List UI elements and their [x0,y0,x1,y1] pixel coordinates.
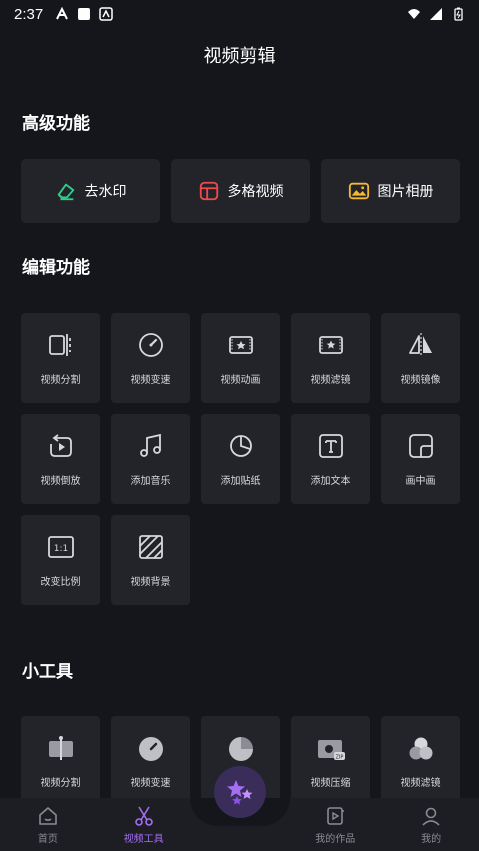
add-music-button[interactable]: 添加音乐 [111,414,190,504]
eraser-icon [57,183,74,201]
page-title: 视频剪辑 [203,46,276,67]
photo-album-button[interactable]: 图片相册 [321,159,460,223]
mirror-icon [408,333,432,357]
nav-profile[interactable]: 我的 [383,798,479,851]
video-mirror-label: 视频镜像 [400,375,441,386]
picture-in-picture-button[interactable]: 画中画 [381,414,460,504]
change-ratio-label: 改变比例 [40,577,81,588]
split-filled-icon [48,736,73,760]
ratio-icon: 1:1 [47,536,74,558]
reverse-icon [49,434,72,457]
compress-icon: ZIP [317,740,345,761]
tools-section-title: 小工具 [22,662,73,682]
video-background-label: 视频背景 [130,577,171,588]
nav-video-tools-label: 视频工具 [123,833,164,845]
picture-in-picture-label: 画中画 [405,476,436,487]
nav-home-label: 首页 [37,833,58,845]
notification-square-icon [78,8,91,20]
scissors-icon [134,806,153,826]
filter-circles-icon [409,737,432,760]
video-mirror-button[interactable]: 视频镜像 [381,313,460,403]
create-fab-button[interactable] [214,766,266,818]
remove-watermark-label: 去水印 [84,184,127,200]
advanced-section-title: 高级功能 [22,114,90,134]
add-text-label: 添加文本 [310,476,351,487]
tool-video-split-label: 视频分割 [40,778,81,789]
profile-icon [422,807,440,826]
edit-section-title: 编辑功能 [22,258,90,278]
music-icon [139,433,161,457]
remove-watermark-button[interactable]: 去水印 [21,159,160,223]
nav-profile-label: 我的 [421,833,442,845]
add-sticker-button[interactable]: 添加贴纸 [201,414,280,504]
video-split-label: 视频分割 [40,375,81,386]
sticker-icon [229,435,252,457]
split-icon [48,334,71,356]
filter-icon [318,336,343,354]
nav-my-works-label: 我的作品 [315,833,356,845]
nav-video-tools[interactable]: 视频工具 [96,798,192,851]
grid-layout-icon [199,181,218,201]
tool-video-compress-label: 视频压缩 [310,778,351,789]
animation-icon [228,336,253,354]
multi-grid-video-label: 多格视频 [227,184,284,200]
nav-home[interactable]: 首页 [0,798,96,851]
works-icon [327,806,345,825]
change-ratio-button[interactable]: 1:1 改变比例 [21,515,100,605]
status-bar: 2:37 [0,0,479,28]
photo-album-label: 图片相册 [377,184,434,200]
app-badge-icon [99,7,113,21]
video-filter-label: 视频滤镜 [310,375,351,386]
video-split-button[interactable]: 视频分割 [21,313,100,403]
photo-album-icon [348,182,369,200]
tool-video-filter-label: 视频滤镜 [400,778,441,789]
tool-video-speed-label: 视频变速 [130,778,171,789]
video-reverse-button[interactable]: 视频倒放 [21,414,100,504]
battery-icon [454,7,463,21]
tool-video-compress-button[interactable]: ZIP 视频压缩 [291,716,370,806]
status-time: 2:37 [14,5,44,23]
multi-grid-video-button[interactable]: 多格视频 [171,159,310,223]
video-reverse-label: 视频倒放 [40,476,81,487]
background-icon [138,535,163,559]
stars-icon [227,780,253,805]
sticker-filled-icon [228,737,253,761]
video-speed-button[interactable]: 视频变速 [111,313,190,403]
speedometer-icon [138,333,163,357]
video-background-button[interactable]: 视频背景 [111,515,190,605]
wifi-icon [408,9,420,19]
add-music-label: 添加音乐 [130,476,171,487]
add-text-button[interactable]: 添加文本 [291,414,370,504]
video-filter-button[interactable]: 视频滤镜 [291,313,370,403]
video-speed-label: 视频变速 [130,375,171,386]
pip-icon [408,434,433,458]
nav-my-works[interactable]: 我的作品 [287,798,383,851]
home-icon [39,806,57,825]
app-notification-icon [56,7,69,20]
advanced-features: 去水印 多格视频 图片相册 [21,159,460,223]
text-icon [318,434,343,458]
video-animation-button[interactable]: 视频动画 [201,313,280,403]
signal-icon [430,8,442,20]
edit-features-grid: 视频分割 视频变速 视频动画 视频滤镜 视频镜像 视频倒放 添加音乐 添加贴纸 … [21,313,460,605]
tool-video-speed-button[interactable]: 视频变速 [111,716,190,806]
video-animation-label: 视频动画 [220,375,261,386]
tool-video-split-button[interactable]: 视频分割 [21,716,100,806]
svg-text:ZIP: ZIP [335,755,343,761]
speedometer-filled-icon [138,737,163,761]
tool-video-filter-button[interactable]: 视频滤镜 [381,716,460,806]
svg-text:1:1: 1:1 [53,544,67,554]
add-sticker-label: 添加贴纸 [220,476,261,487]
